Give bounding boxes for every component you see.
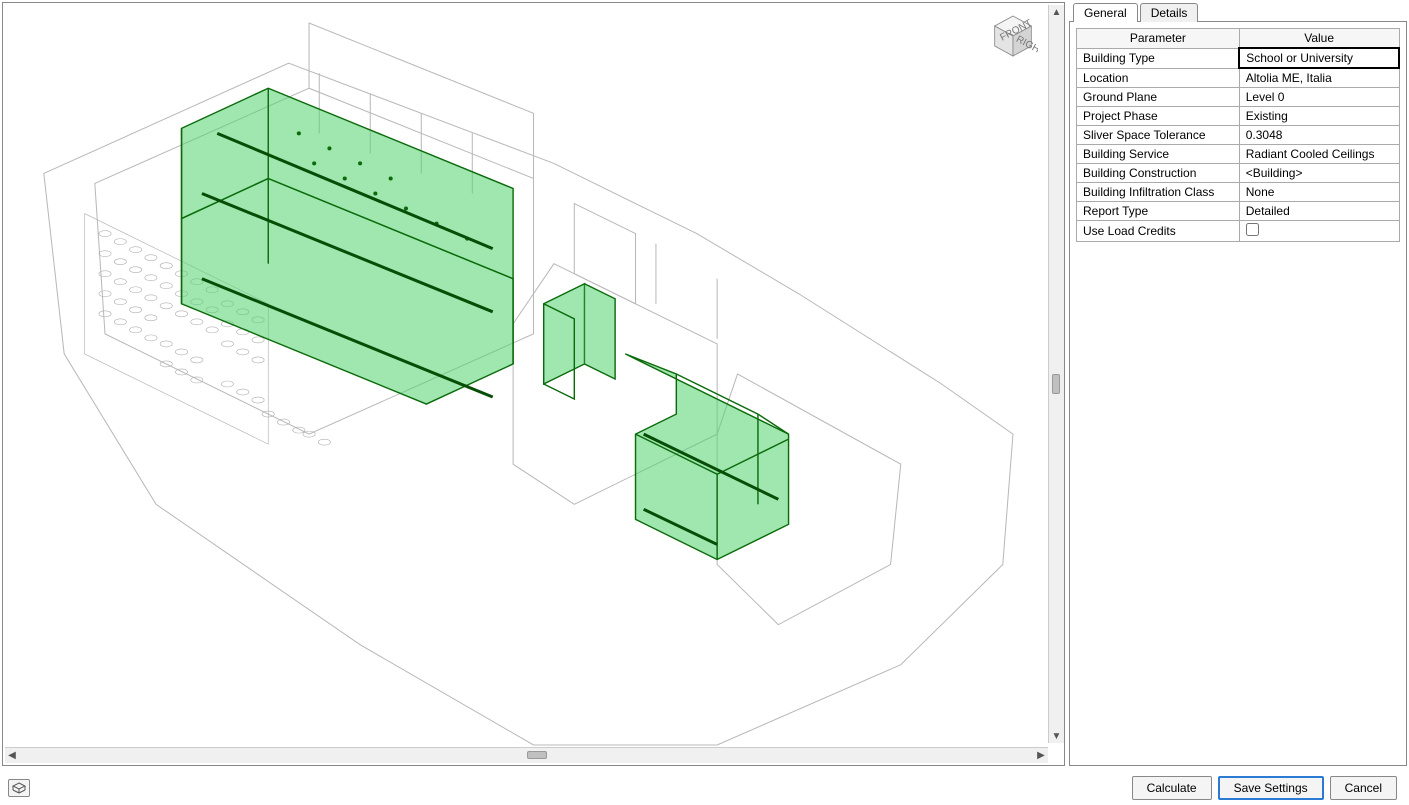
table-row: Building Infiltration ClassNone (1077, 183, 1400, 202)
viewcube[interactable]: FRONT RIGHT (988, 11, 1038, 61)
param-cell: Building Infiltration Class (1077, 183, 1240, 202)
cancel-button[interactable]: Cancel (1330, 776, 1397, 800)
value-cell[interactable]: <Building> (1239, 164, 1399, 183)
tabs-row: General Details (1069, 2, 1407, 21)
value-cell[interactable]: Radiant Cooled Ceilings (1239, 145, 1399, 164)
view-control-icon[interactable] (8, 779, 30, 797)
use-load-credits-checkbox[interactable] (1246, 223, 1259, 236)
value-cell[interactable]: 0.3048 (1239, 126, 1399, 145)
save-settings-button[interactable]: Save Settings (1218, 776, 1324, 800)
table-row: Project PhaseExisting (1077, 107, 1400, 126)
dialog-buttons: Calculate Save Settings Cancel (1128, 772, 1401, 804)
table-row: Ground PlaneLevel 0 (1077, 88, 1400, 107)
value-cell[interactable]: Detailed (1239, 202, 1399, 221)
param-cell: Building Type (1077, 48, 1240, 68)
vertical-scroll-thumb[interactable] (1052, 374, 1060, 394)
main-layout: FRONT RIGHT ▲ ▼ ◀ ▶ General Details Para… (0, 0, 1409, 768)
column-header-value[interactable]: Value (1239, 29, 1399, 49)
column-header-parameter[interactable]: Parameter (1077, 29, 1240, 49)
model-3d-view[interactable] (3, 3, 1064, 765)
param-cell: Report Type (1077, 202, 1240, 221)
value-cell[interactable]: None (1239, 183, 1399, 202)
tab-general[interactable]: General (1073, 3, 1138, 22)
scroll-right-arrow[interactable]: ▶ (1034, 749, 1048, 763)
table-row: Building ServiceRadiant Cooled Ceilings (1077, 145, 1400, 164)
table-row: Building TypeSchool or University (1077, 48, 1400, 68)
value-cell[interactable] (1239, 221, 1399, 242)
scroll-down-arrow[interactable]: ▼ (1050, 729, 1064, 743)
table-row: Report TypeDetailed (1077, 202, 1400, 221)
param-cell: Building Construction (1077, 164, 1240, 183)
value-cell[interactable]: School or University (1239, 48, 1399, 68)
param-cell: Project Phase (1077, 107, 1240, 126)
scroll-up-arrow[interactable]: ▲ (1050, 5, 1064, 19)
param-cell: Sliver Space Tolerance (1077, 126, 1240, 145)
viewport-area: FRONT RIGHT ▲ ▼ ◀ ▶ (2, 2, 1065, 766)
param-cell: Building Service (1077, 145, 1240, 164)
table-row: LocationAltolia ME, Italia (1077, 68, 1400, 88)
calculate-button[interactable]: Calculate (1132, 776, 1212, 800)
panel-body: Parameter Value Building TypeSchool or U… (1069, 21, 1407, 766)
horizontal-scroll-thumb[interactable] (527, 751, 547, 759)
param-cell: Ground Plane (1077, 88, 1240, 107)
value-cell[interactable]: Altolia ME, Italia (1239, 68, 1399, 88)
value-cell[interactable]: Level 0 (1239, 88, 1399, 107)
parameter-table: Parameter Value Building TypeSchool or U… (1076, 28, 1400, 242)
param-cell: Location (1077, 68, 1240, 88)
side-panel: General Details Parameter Value Building… (1067, 0, 1409, 768)
value-cell[interactable]: Existing (1239, 107, 1399, 126)
vertical-scrollbar[interactable]: ▲ ▼ (1048, 5, 1064, 743)
table-row: Building Construction<Building> (1077, 164, 1400, 183)
tab-details[interactable]: Details (1140, 3, 1199, 22)
horizontal-scrollbar[interactable]: ◀ ▶ (5, 747, 1048, 763)
table-row: Sliver Space Tolerance0.3048 (1077, 126, 1400, 145)
table-row: Use Load Credits (1077, 221, 1400, 242)
param-cell: Use Load Credits (1077, 221, 1240, 242)
scroll-left-arrow[interactable]: ◀ (5, 749, 19, 763)
bottom-bar: Calculate Save Settings Cancel (0, 771, 1409, 805)
